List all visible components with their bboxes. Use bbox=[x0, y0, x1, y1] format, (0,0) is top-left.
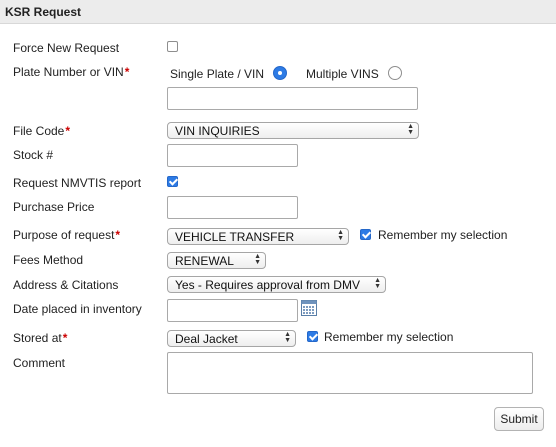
purpose-label: Purpose of request* bbox=[13, 228, 121, 242]
plate-vin-input[interactable] bbox=[167, 87, 418, 110]
file-code-label: File Code* bbox=[13, 124, 71, 138]
purpose-select[interactable]: VEHICLE TRANSFER ▲ ▼ bbox=[167, 228, 349, 245]
single-plate-radio[interactable] bbox=[273, 66, 287, 80]
multiple-vins-radio[interactable] bbox=[388, 66, 402, 80]
fees-method-select[interactable]: RENEWAL ▲ ▼ bbox=[167, 252, 266, 269]
file-code-select[interactable]: VIN INQUIRIES ▲ ▼ bbox=[167, 122, 419, 139]
comment-textarea[interactable] bbox=[167, 352, 533, 394]
required-marker: * bbox=[65, 124, 71, 138]
panel-header: KSR Request bbox=[0, 0, 556, 24]
force-new-label: Force New Request bbox=[13, 41, 120, 55]
stored-at-value: Deal Jacket bbox=[175, 332, 238, 346]
file-code-value: VIN INQUIRIES bbox=[175, 124, 260, 138]
multiple-vins-option-label: Multiple VINS bbox=[306, 67, 379, 81]
required-marker: * bbox=[62, 331, 68, 345]
date-inventory-input[interactable] bbox=[167, 299, 298, 322]
fees-method-label: Fees Method bbox=[13, 253, 84, 267]
stored-at-remember-label: Remember my selection bbox=[324, 330, 454, 344]
address-citations-label: Address & Citations bbox=[13, 278, 119, 292]
calendar-icon[interactable] bbox=[301, 300, 317, 316]
plate-label: Plate Number or VIN* bbox=[13, 65, 130, 79]
purpose-remember-label: Remember my selection bbox=[378, 228, 508, 242]
purchase-price-input[interactable] bbox=[167, 196, 298, 219]
select-arrows-icon: ▲ ▼ bbox=[254, 253, 261, 266]
purchase-price-label: Purchase Price bbox=[13, 200, 95, 214]
select-arrows-icon: ▲ ▼ bbox=[407, 123, 414, 136]
purpose-value: VEHICLE TRANSFER bbox=[175, 230, 295, 244]
comment-label: Comment bbox=[13, 356, 66, 370]
submit-button[interactable]: Submit bbox=[494, 407, 544, 431]
stock-label: Stock # bbox=[13, 148, 54, 162]
date-inventory-label: Date placed in inventory bbox=[13, 302, 142, 316]
stored-at-label: Stored at* bbox=[13, 331, 68, 345]
required-marker: * bbox=[124, 65, 130, 79]
purpose-remember-checkbox[interactable] bbox=[360, 229, 371, 240]
force-new-checkbox[interactable] bbox=[167, 41, 178, 52]
address-citations-value: Yes - Requires approval from DMV bbox=[175, 278, 360, 292]
nmvtis-label: Request NMVTIS report bbox=[13, 176, 142, 190]
required-marker: * bbox=[115, 228, 121, 242]
stored-at-remember-checkbox[interactable] bbox=[307, 331, 318, 342]
address-citations-select[interactable]: Yes - Requires approval from DMV ▲ ▼ bbox=[167, 276, 386, 293]
stored-at-select[interactable]: Deal Jacket ▲ ▼ bbox=[167, 330, 296, 347]
nmvtis-checkbox[interactable] bbox=[167, 176, 178, 187]
panel-title: KSR Request bbox=[5, 5, 82, 19]
select-arrows-icon: ▲ ▼ bbox=[374, 277, 381, 290]
select-arrows-icon: ▲ ▼ bbox=[337, 229, 344, 242]
single-plate-option-label: Single Plate / VIN bbox=[170, 67, 265, 81]
select-arrows-icon: ▲ ▼ bbox=[284, 331, 291, 344]
stock-input[interactable] bbox=[167, 144, 298, 167]
fees-method-value: RENEWAL bbox=[175, 254, 234, 268]
